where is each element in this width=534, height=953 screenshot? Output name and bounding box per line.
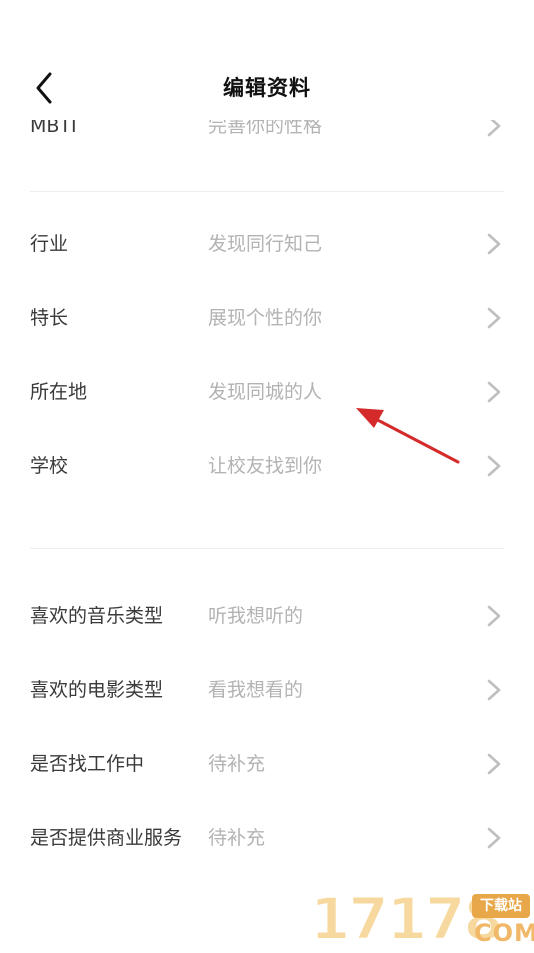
page-title: 编辑资料 — [223, 76, 311, 100]
chevron-right-icon — [487, 827, 501, 849]
section-divider — [30, 548, 504, 549]
chevron-right-icon — [487, 753, 501, 775]
row-industry[interactable]: 行业 发现同行知己 — [0, 214, 534, 274]
row-value: 让校友找到你 — [208, 455, 323, 477]
row-value: 发现同城的人 — [208, 381, 323, 403]
chevron-right-icon — [487, 307, 501, 329]
watermark-badge: 下载站 — [472, 894, 530, 918]
row-label: 行业 — [30, 233, 69, 255]
row-value: 完善你的性格 — [208, 120, 323, 136]
row-movie-genre[interactable]: 喜欢的电影类型 看我想看的 — [0, 660, 534, 720]
row-business-service[interactable]: 是否提供商业服务 待补充 — [0, 808, 534, 868]
row-label: 喜欢的电影类型 — [30, 679, 164, 701]
chevron-right-icon — [487, 120, 501, 136]
chevron-right-icon — [487, 381, 501, 403]
row-value: 发现同行知己 — [208, 233, 323, 255]
row-label: 喜欢的音乐类型 — [30, 605, 164, 627]
row-label: 特长 — [30, 307, 69, 329]
chevron-right-icon — [487, 679, 501, 701]
row-label: 是否找工作中 — [30, 753, 145, 775]
row-specialty[interactable]: 特长 展现个性的你 — [0, 288, 534, 348]
chevron-right-icon — [487, 455, 501, 477]
row-value: 待补充 — [208, 827, 266, 849]
row-job-seeking[interactable]: 是否找工作中 待补充 — [0, 734, 534, 794]
row-value: 展现个性的你 — [208, 307, 323, 329]
row-value: 看我想看的 — [208, 679, 304, 701]
watermark-suffix: COM — [474, 919, 534, 947]
chevron-right-icon — [487, 233, 501, 255]
watermark-logo: 17178 下载站 COM — [308, 888, 534, 950]
row-label: 所在地 — [30, 381, 88, 403]
row-value: 待补充 — [208, 753, 266, 775]
annotation-arrow — [356, 408, 460, 464]
row-label: MBTI — [30, 120, 77, 136]
mbti-row-sliver: MBTI 完善你的性格 — [0, 120, 534, 136]
row-label: 是否提供商业服务 — [30, 827, 183, 849]
row-value: 听我想听的 — [208, 605, 304, 627]
chevron-right-icon — [487, 605, 501, 627]
row-music-genre[interactable]: 喜欢的音乐类型 听我想听的 — [0, 586, 534, 646]
row-label: 学校 — [30, 455, 69, 477]
section-divider — [30, 191, 504, 192]
top-nav-bar: 编辑资料 — [0, 0, 534, 121]
